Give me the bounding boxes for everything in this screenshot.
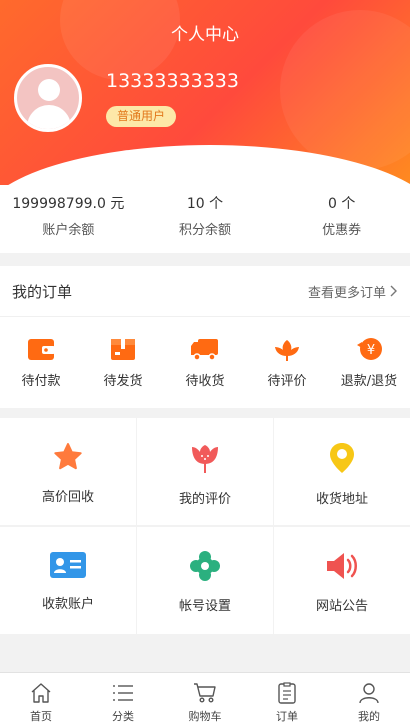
order-status-label: 待发货 bbox=[103, 374, 143, 389]
svg-text:¥: ¥ bbox=[367, 343, 375, 358]
tab-profile[interactable]: 我的 bbox=[328, 673, 410, 728]
gear-icon bbox=[190, 551, 220, 581]
tab-label: 分类 bbox=[112, 710, 134, 723]
refund-icon: ¥ bbox=[357, 338, 382, 360]
service-my-reviews[interactable]: 我的评价 bbox=[137, 418, 273, 525]
tab-label: 我的 bbox=[358, 710, 380, 723]
tulip-icon bbox=[192, 445, 218, 473]
tab-label: 首页 bbox=[30, 710, 52, 723]
orders-header: 我的订单 查看更多订单 bbox=[0, 266, 410, 317]
stat-value: 10 个 bbox=[186, 196, 224, 212]
order-status-label: 待收货 bbox=[185, 374, 225, 389]
megaphone-icon bbox=[327, 553, 357, 579]
order-doc-icon bbox=[278, 682, 296, 704]
tab-orders[interactable]: 订单 bbox=[246, 673, 328, 728]
id-card-icon bbox=[50, 552, 86, 578]
stat-balance[interactable]: 199998799.0 元 账户余额 bbox=[0, 185, 137, 253]
stat-value: 0 个 bbox=[328, 196, 356, 212]
page-title: 个人中心 bbox=[171, 25, 239, 45]
order-status-label: 退款/退货 bbox=[340, 374, 398, 389]
list-icon bbox=[113, 685, 133, 701]
service-label: 收货地址 bbox=[315, 492, 368, 507]
order-pending-shipment[interactable]: 待发货 bbox=[82, 317, 164, 407]
avatar-body bbox=[27, 105, 71, 129]
account-stats: 199998799.0 元 账户余额 10 个 积分余额 0 个 优惠券 bbox=[0, 185, 410, 253]
view-more-orders-link[interactable]: 查看更多订单 bbox=[308, 282, 398, 301]
user-phone: 13333333333 bbox=[106, 70, 239, 92]
stat-label: 积分余额 bbox=[179, 223, 232, 238]
service-label: 帐号设置 bbox=[178, 599, 231, 614]
order-status-label: 待付款 bbox=[21, 374, 61, 389]
profile-header: 个人中心 13333333333 普通用户 bbox=[0, 0, 410, 185]
tab-home[interactable]: 首页 bbox=[0, 673, 82, 728]
avatar[interactable] bbox=[14, 64, 82, 132]
service-label: 高价回收 bbox=[41, 490, 94, 505]
star-icon bbox=[54, 443, 82, 470]
tab-label: 订单 bbox=[276, 710, 298, 723]
tab-cart[interactable]: 购物车 bbox=[164, 673, 246, 728]
stat-points[interactable]: 10 个 积分余额 bbox=[137, 185, 274, 253]
truck-icon bbox=[191, 339, 218, 361]
order-pending-review[interactable]: 待评价 bbox=[246, 317, 328, 407]
service-recycle[interactable]: 高价回收 bbox=[0, 418, 136, 525]
package-icon bbox=[111, 339, 135, 360]
order-refund-return[interactable]: ¥ 退款/退货 bbox=[328, 317, 410, 407]
tab-label: 购物车 bbox=[188, 710, 222, 723]
orders-title: 我的订单 bbox=[12, 282, 73, 301]
cart-icon bbox=[194, 683, 216, 703]
service-label: 收款账户 bbox=[41, 597, 94, 612]
order-pending-receipt[interactable]: 待收货 bbox=[164, 317, 246, 407]
member-level-badge: 普通用户 bbox=[106, 106, 177, 127]
stat-coupons[interactable]: 0 个 优惠券 bbox=[273, 185, 410, 253]
view-more-orders-label: 查看更多订单 bbox=[307, 285, 386, 301]
home-icon bbox=[31, 683, 51, 703]
stat-label: 优惠券 bbox=[322, 223, 362, 238]
chevron-right-icon bbox=[390, 285, 397, 297]
service-account-settings[interactable]: 帐号设置 bbox=[137, 527, 273, 634]
stat-value: 199998799.0 元 bbox=[12, 196, 125, 212]
stat-label: 账户余额 bbox=[42, 223, 95, 238]
service-address[interactable]: 收货地址 bbox=[274, 418, 410, 525]
avatar-head bbox=[38, 79, 60, 101]
flower-icon bbox=[275, 340, 299, 361]
service-grid: 高价回收 我的评价 收货地址 收款账户 帐号设置 网站公告 bbox=[0, 418, 410, 634]
order-status-label: 待评价 bbox=[267, 374, 307, 389]
order-pending-payment[interactable]: 待付款 bbox=[0, 317, 82, 407]
location-pin-icon bbox=[330, 443, 354, 473]
service-label: 网站公告 bbox=[315, 599, 368, 614]
my-orders-panel: 我的订单 查看更多订单 待付款 待发货 待收货 待评价 ¥ 退款/退货 bbox=[0, 266, 410, 408]
tab-category[interactable]: 分类 bbox=[82, 673, 164, 728]
service-announcements[interactable]: 网站公告 bbox=[274, 527, 410, 634]
wallet-icon bbox=[28, 339, 55, 360]
user-icon bbox=[359, 683, 379, 704]
service-payee-account[interactable]: 收款账户 bbox=[0, 527, 136, 634]
service-label: 我的评价 bbox=[178, 492, 231, 507]
bottom-tab-bar: 首页 分类 购物车 订单 我的 bbox=[0, 672, 410, 728]
order-status-list: 待付款 待发货 待收货 待评价 ¥ 退款/退货 bbox=[0, 317, 410, 407]
